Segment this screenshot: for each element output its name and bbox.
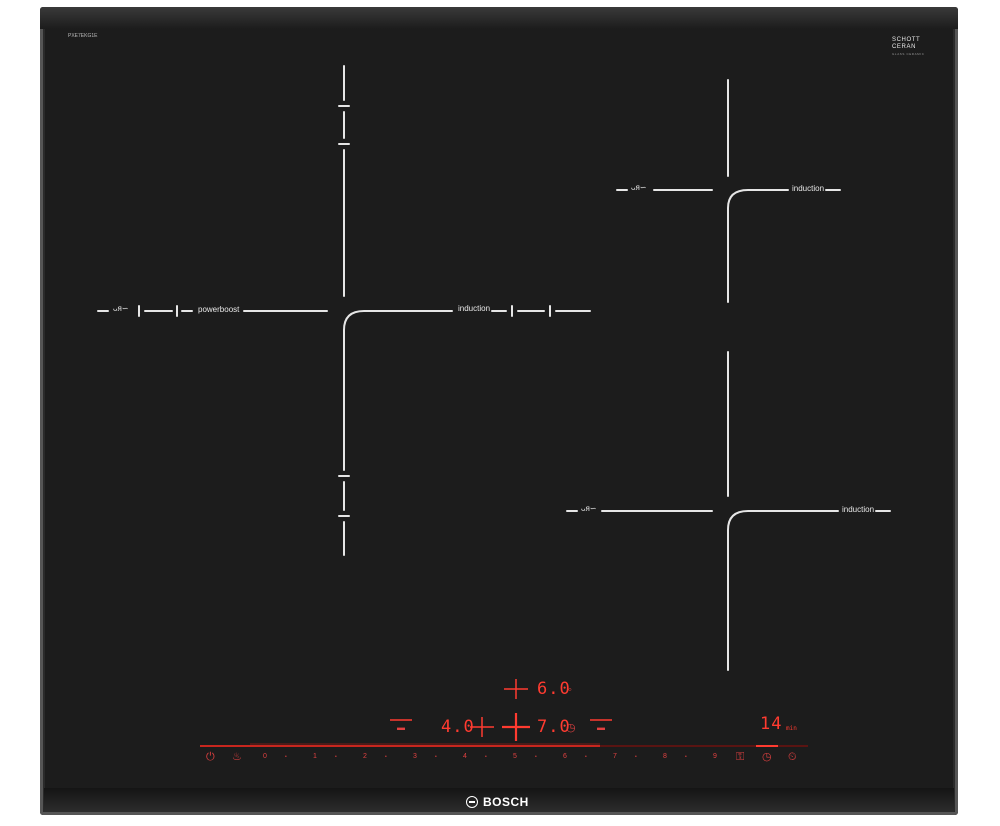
right-top-squiggle: ᴗᴙ∽: [631, 183, 647, 192]
slider-number[interactable]: 2: [360, 753, 370, 760]
slider-number[interactable]: 8: [660, 753, 670, 760]
right-top-label: induction: [792, 184, 825, 193]
bosch-armature-icon: [466, 796, 478, 808]
ceran-line1: SCHOTT: [892, 37, 921, 43]
top-zone-display: 6.0: [537, 679, 571, 699]
ceran-line2: CERAN: [892, 44, 917, 50]
left-zone-label: induction: [458, 304, 491, 313]
ceran-small: GLASS CERAMIC: [892, 52, 925, 56]
slider-dot: •: [685, 754, 687, 760]
slider-dot: •: [285, 754, 287, 760]
right-select-icon[interactable]: ▬: [597, 724, 605, 732]
timer-unit: min: [786, 725, 797, 732]
left-zone-display: 4.0: [441, 717, 475, 737]
slider-number[interactable]: 3: [410, 753, 420, 760]
timer-display: 14: [760, 714, 783, 734]
slider-number[interactable]: 9: [710, 753, 720, 760]
slider-dot: •: [485, 754, 487, 760]
zone-markings: [97, 65, 891, 747]
slider-number[interactable]: 1: [310, 753, 320, 760]
left-zone-corner: [343, 310, 453, 471]
slider-dot: •: [535, 754, 537, 760]
left-select-icon[interactable]: ▬: [397, 724, 405, 732]
slider-dot: •: [585, 754, 587, 760]
child-lock-icon[interactable]: ⚿: [736, 752, 744, 763]
slider-number[interactable]: 6: [560, 753, 570, 760]
right-bottom-label: induction: [842, 505, 875, 514]
left-zone-boost-label: powerboost: [198, 305, 240, 314]
right-bottom-corner: [727, 510, 839, 671]
slider-dot: •: [335, 754, 337, 760]
timer-indicator-icon: ◷: [566, 722, 576, 734]
right-top-corner: [727, 189, 789, 303]
left-zone-squiggle: ᴗᴙ∽: [113, 304, 129, 313]
timer-icon[interactable]: ◷: [762, 752, 772, 763]
slider-dot: •: [385, 754, 387, 760]
schott-ceran-logo: SCHOTT CERAN GLASS CERAMIC: [892, 37, 924, 58]
slider-number[interactable]: 4: [460, 753, 470, 760]
slider-number[interactable]: 5: [510, 753, 520, 760]
brand-name: BOSCH: [483, 795, 529, 809]
slider-number[interactable]: 7: [610, 753, 620, 760]
bosch-logo: BOSCH: [466, 795, 529, 809]
heat-level-icon: ◦: [568, 684, 572, 696]
model-code: PXE7EKG1E: [68, 33, 98, 39]
minute-minder-icon[interactable]: ⏲: [788, 752, 797, 763]
flex-zone-icon[interactable]: ♨: [232, 752, 242, 763]
right-bottom-squiggle: ᴗᴙ∽: [581, 504, 597, 513]
slider-dot: •: [635, 754, 637, 760]
slider-dot: •: [435, 754, 437, 760]
slider-number[interactable]: 0: [260, 753, 270, 760]
power-icon[interactable]: ⏻: [206, 752, 215, 763]
